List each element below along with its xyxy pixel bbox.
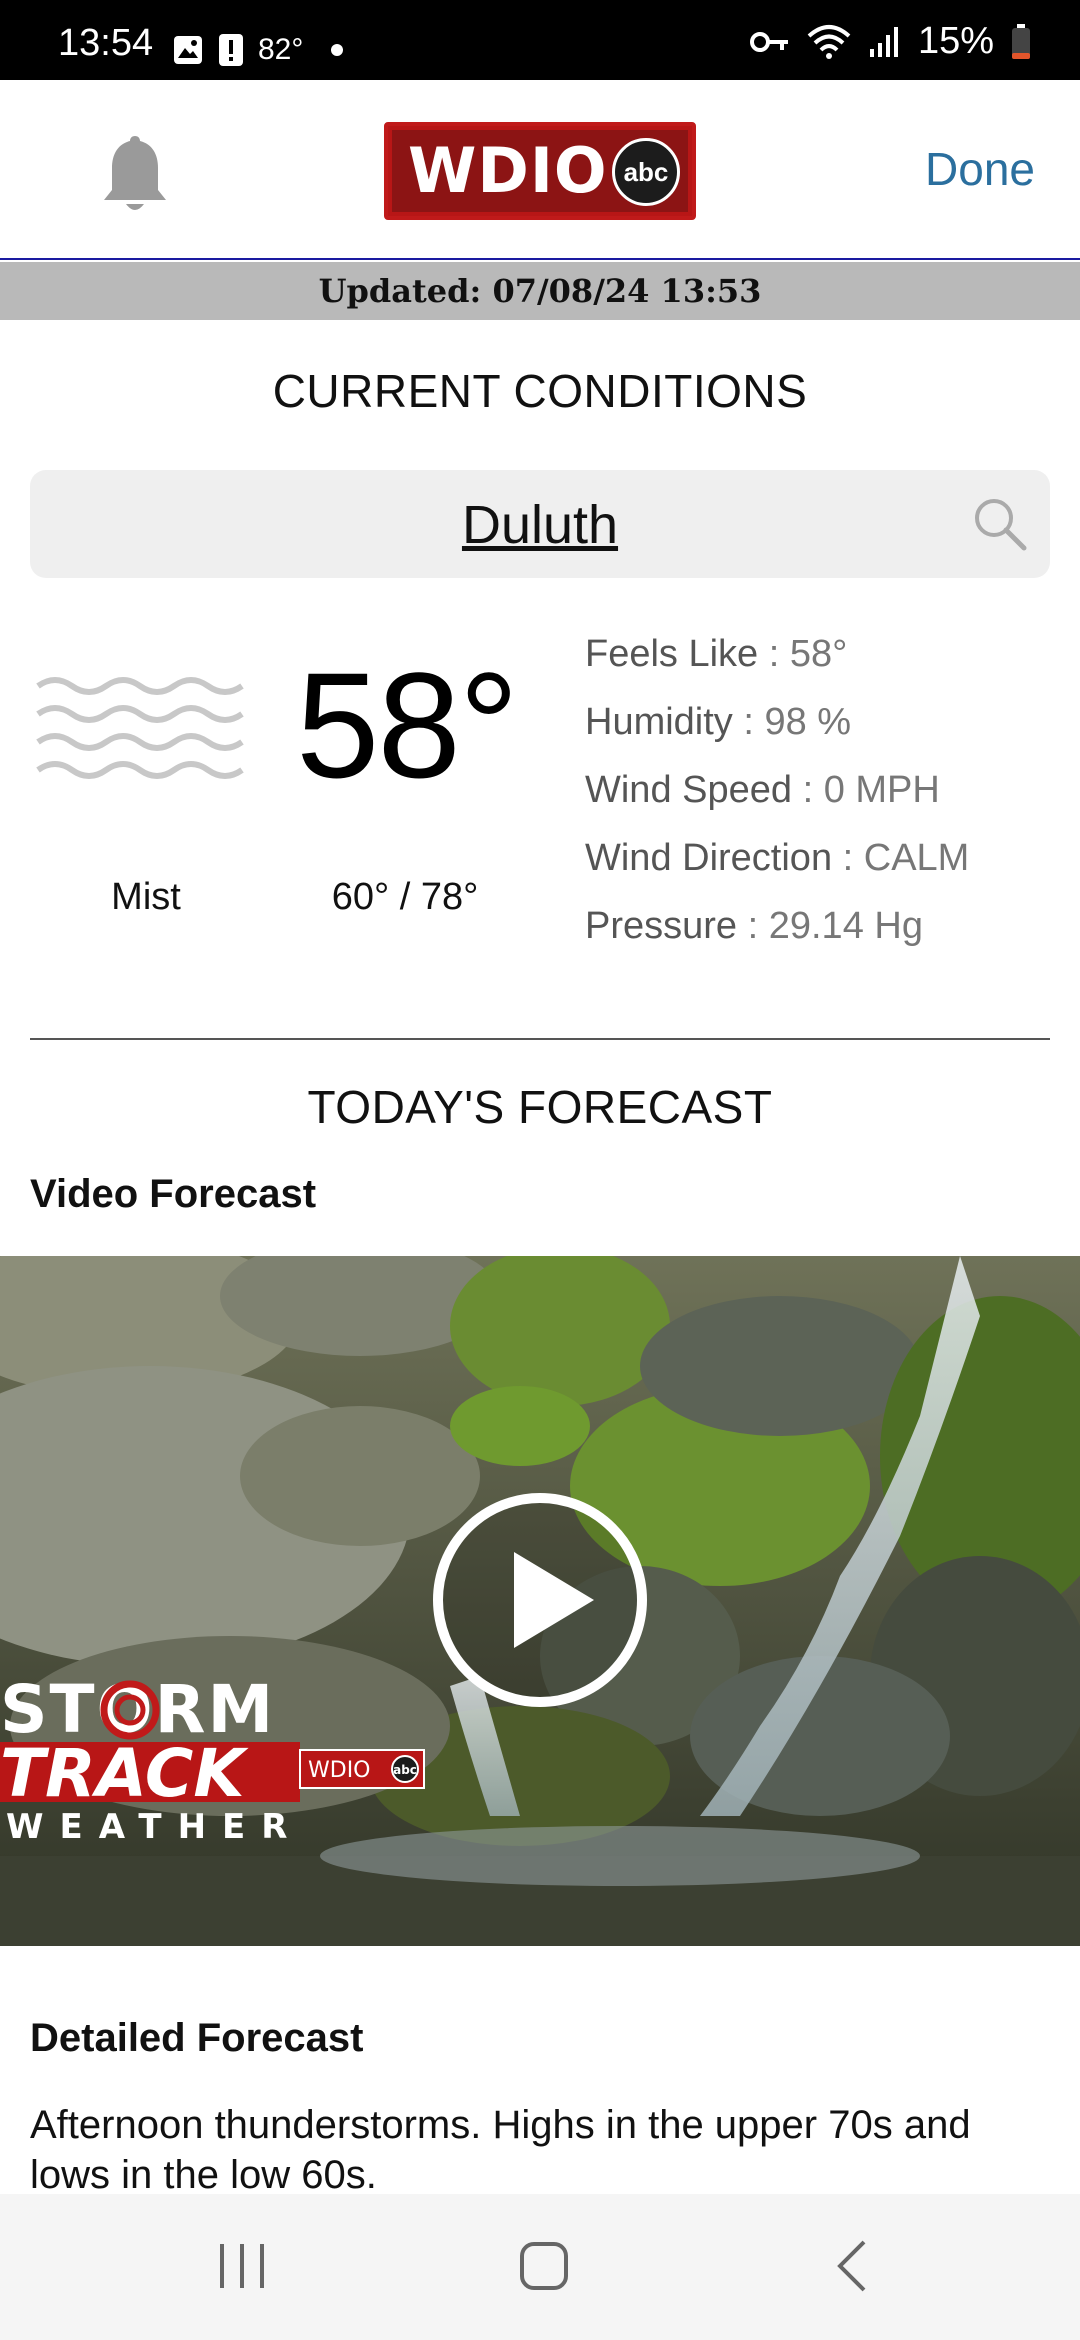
location-search[interactable]: Duluth	[30, 470, 1050, 578]
condition-label: Mist	[111, 876, 181, 918]
battery-icon	[1012, 23, 1030, 59]
detail-pressure: Pressure : 29.14 Hg	[585, 905, 923, 947]
updated-bar: Updated: 07/08/24 13:53	[0, 262, 1080, 320]
home-icon[interactable]	[516, 2238, 572, 2294]
battery-percent: 15%	[917, 20, 994, 62]
detail-humidity: Humidity : 98 %	[585, 701, 852, 743]
vpn-key-icon	[749, 31, 788, 52]
dot-icon	[331, 44, 344, 56]
system-nav-bar	[0, 2194, 1080, 2340]
done-button[interactable]: Done	[925, 142, 1035, 196]
recents-icon[interactable]	[214, 2238, 270, 2294]
detail-feels-like: Feels Like : 58°	[585, 633, 848, 675]
wdio-logo: WDIO abc	[384, 122, 696, 220]
city-name[interactable]: Duluth	[30, 494, 1050, 556]
detail-wind-speed: Wind Speed : 0 MPH	[585, 769, 940, 811]
app-header: WDIO abc Done	[0, 80, 1080, 260]
detail-wind-direction: Wind Direction : CALM	[585, 837, 970, 879]
current-temperature: 58°	[296, 641, 519, 809]
hi-lo-temperature: 60° / 78°	[331, 876, 479, 918]
logo-text: WDIO	[408, 134, 608, 207]
signal-icon	[869, 26, 898, 57]
storm-track-logo: STORM TRACK WDIO abc WEATHER	[0, 1676, 425, 1846]
status-bar: 13:54 82° 15%	[0, 0, 1080, 80]
svg-text:TRACK: TRACK	[0, 1735, 249, 1812]
current-conditions-title: CURRENT CONDITIONS	[272, 365, 808, 417]
alert-icon	[219, 34, 243, 66]
bell-icon[interactable]	[100, 132, 170, 216]
detailed-forecast-heading: Detailed Forecast	[30, 2016, 364, 2060]
detailed-forecast-text: Afternoon thunderstorms. Highs in the up…	[30, 2103, 971, 2197]
wifi-icon	[807, 24, 851, 59]
divider	[30, 1038, 1050, 1040]
mist-icon	[36, 677, 244, 779]
svg-text:WDIO: WDIO	[308, 1758, 371, 1783]
todays-forecast-title: TODAY'S FORECAST	[307, 1081, 773, 1133]
status-temperature: 82°	[258, 33, 304, 66]
search-icon[interactable]	[972, 496, 1028, 552]
gallery-icon	[174, 36, 202, 64]
play-button[interactable]	[430, 1490, 650, 1710]
status-time: 13:54	[58, 22, 154, 64]
abc-badge: abc	[612, 138, 680, 206]
svg-text:abc: abc	[393, 1763, 417, 1777]
video-forecast-heading: Video Forecast	[30, 1172, 317, 1216]
svg-text:WEATHER: WEATHER	[6, 1807, 303, 1846]
back-icon[interactable]	[826, 2238, 882, 2294]
conditions-details: Feels Like : 58° Humidity : 98 % Wind Sp…	[585, 628, 969, 968]
